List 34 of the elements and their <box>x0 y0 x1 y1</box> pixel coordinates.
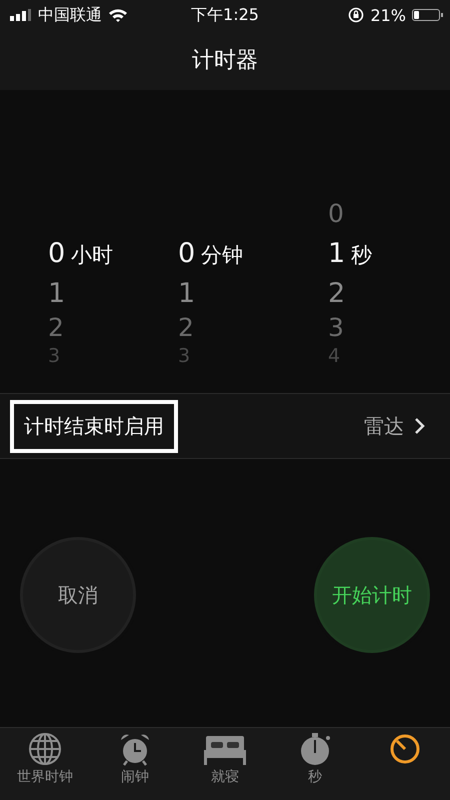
globe-icon <box>28 732 62 766</box>
chevron-icon <box>414 417 426 435</box>
start-button[interactable]: 开始计时 <box>314 537 430 653</box>
picker-option[interactable]: 2 <box>178 312 194 344</box>
picker-option[interactable]: 1 <box>48 276 66 312</box>
sound-value[interactable]: 雷达 <box>364 412 404 440</box>
signal-icon <box>10 9 32 21</box>
picker-value[interactable]: 0 <box>178 236 196 272</box>
carrier-name: 中国联通 <box>38 4 102 26</box>
tab[interactable]: 就寝 <box>180 732 270 800</box>
cancel-button[interactable]: 取消 <box>20 537 136 653</box>
stopwatch-icon <box>298 732 332 766</box>
wifi-icon <box>108 8 128 22</box>
picker-value[interactable]: 0 <box>48 236 66 272</box>
picker-unit: 秒 <box>351 242 372 269</box>
timer-icon <box>388 732 422 766</box>
picker-option[interactable]: 0 <box>328 198 344 230</box>
picker-option[interactable]: 2 <box>328 276 346 312</box>
clock-time: 下午1:25 <box>191 4 259 26</box>
tab[interactable]: 世界时钟 <box>0 732 90 800</box>
battery-icon <box>412 9 440 21</box>
tab[interactable]: 闹钟 <box>90 732 180 800</box>
picker-unit: 小时 <box>71 242 114 269</box>
rotation-lock-icon <box>348 7 364 23</box>
picker-value[interactable]: 1 <box>328 236 346 272</box>
end-action-label: 计时结束时启用 <box>10 400 178 452</box>
battery-percent: 21% <box>370 6 406 24</box>
alarm-clock-icon <box>118 732 152 766</box>
picker-option[interactable]: 1 <box>178 276 196 312</box>
picker-option[interactable]: 3 <box>328 312 344 344</box>
tab[interactable]: 秒 <box>270 732 360 800</box>
screen-title: 计时器 <box>192 47 258 75</box>
picker-unit: 分钟 <box>201 242 244 269</box>
picker-option[interactable]: 2 <box>48 312 64 344</box>
